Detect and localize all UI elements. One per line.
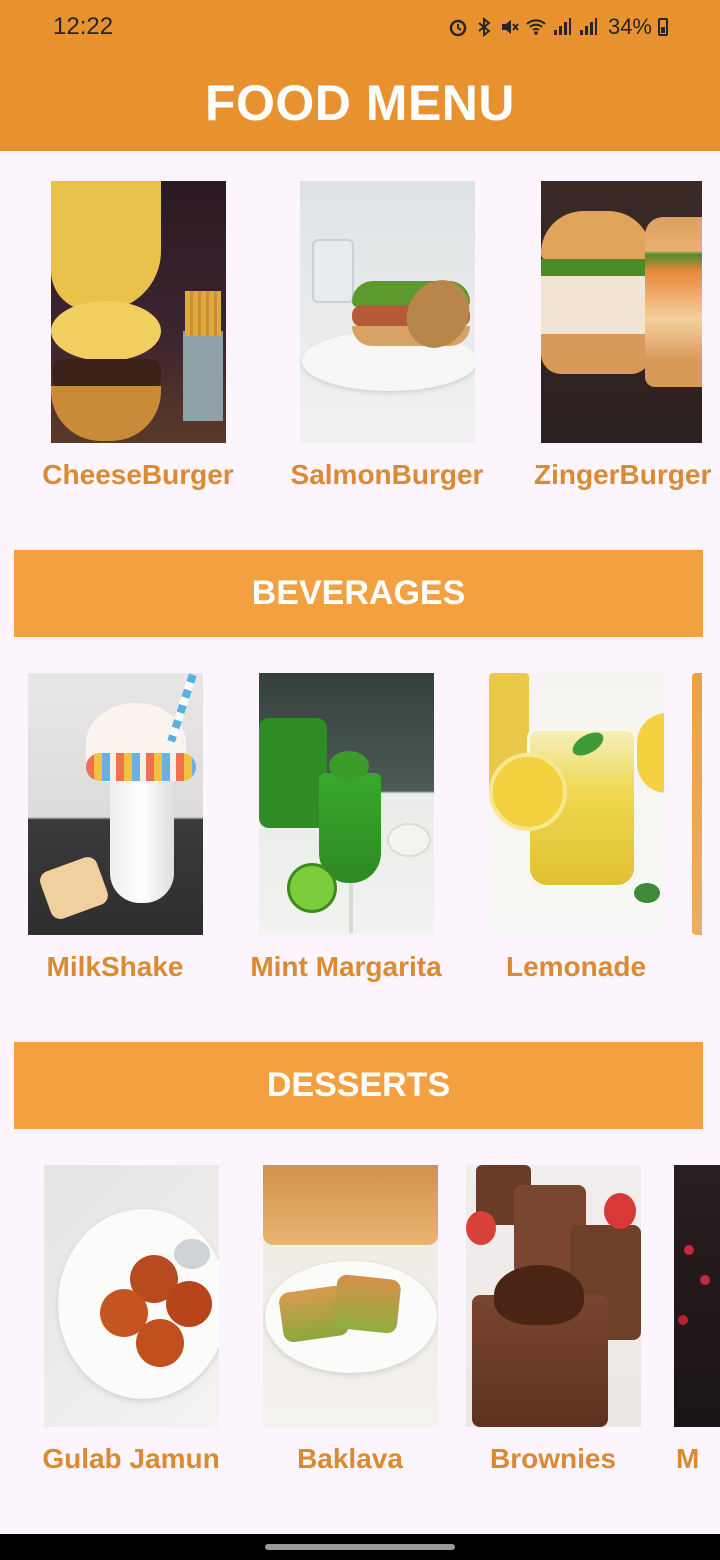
section-title: DESSERTS <box>266 1066 451 1104</box>
menu-item-mint-margarita[interactable]: Mint Margarita <box>236 673 456 983</box>
menu-item-label: Gulab Jamun <box>42 1443 220 1474</box>
milkshake-image[interactable] <box>27 673 203 935</box>
menu-item-label: ZingerBurger <box>534 459 712 490</box>
mint-margarita-image[interactable] <box>258 673 434 935</box>
section-title: BEVERAGES <box>251 574 466 612</box>
gulab-jamun-image[interactable] <box>43 1165 219 1427</box>
signal-icon <box>553 18 571 35</box>
baklava-image[interactable] <box>262 1165 438 1427</box>
food-row[interactable]: CheeseBurger SalmonBurger ZingerBurger <box>0 181 720 511</box>
menu-item-salmonburger[interactable]: SalmonBurger <box>277 181 497 491</box>
menu-item-label: MilkShake <box>46 951 184 982</box>
desserts-row[interactable]: Gulab Jamun Baklava Brownies M <box>0 1165 720 1495</box>
menu-item-milkshake[interactable]: MilkShake <box>5 673 225 983</box>
menu-item-cheeseburger[interactable]: CheeseBurger <box>28 181 248 491</box>
menu-item-lemonade[interactable]: Lemonade <box>466 673 686 983</box>
system-nav-bar <box>0 1534 720 1560</box>
menu-item-brownies[interactable]: Brownies <box>443 1165 663 1475</box>
home-gesture-handle[interactable] <box>265 1544 455 1550</box>
battery-icon <box>658 18 668 36</box>
menu-item-gulab-jamun[interactable]: Gulab Jamun <box>21 1165 241 1475</box>
brownies-image[interactable] <box>465 1165 641 1427</box>
menu-item-label: Baklava <box>297 1443 403 1474</box>
mute-icon <box>501 20 519 34</box>
menu-item-label: Lemonade <box>505 951 647 982</box>
status-time: 12:22 <box>53 13 114 40</box>
section-header-desserts: DESSERTS <box>14 1042 703 1129</box>
wifi-icon <box>526 19 546 35</box>
menu-item-label: Mint Margarita <box>250 951 442 982</box>
battery-percentage: 34% <box>607 14 652 39</box>
menu-item-label: SalmonBurger <box>290 459 484 490</box>
page-title: FOOD MENU <box>204 75 516 131</box>
alarm-icon <box>449 19 467 37</box>
partial-beverage-image[interactable] <box>692 673 702 935</box>
menu-item-label: M <box>676 1443 700 1474</box>
menu-item-partial[interactable] <box>692 673 720 935</box>
section-header-beverages: BEVERAGES <box>14 550 703 637</box>
bluetooth-icon <box>478 17 491 37</box>
zingerburger-image[interactable] <box>541 181 702 443</box>
cheeseburger-image[interactable] <box>50 181 226 443</box>
lemonade-image[interactable] <box>488 673 664 935</box>
menu-item-partial-dessert[interactable]: M <box>674 1165 720 1475</box>
app-bar: FOOD MENU <box>0 55 720 151</box>
menu-item-label: CheeseBurger <box>42 459 234 490</box>
status-icons: 34% <box>448 14 668 40</box>
menu-item-label: Brownies <box>489 1443 617 1474</box>
menu-item-zingerburger[interactable]: ZingerBurger <box>512 181 720 491</box>
beverages-row[interactable]: MilkShake Mint Margarita Lemonade <box>0 673 720 1003</box>
menu-item-baklava[interactable]: Baklava <box>240 1165 460 1475</box>
salmonburger-image[interactable] <box>299 181 475 443</box>
status-bar: 12:22 34% <box>0 0 720 55</box>
signal-icon <box>579 18 597 35</box>
partial-dessert-image[interactable] <box>674 1165 720 1427</box>
